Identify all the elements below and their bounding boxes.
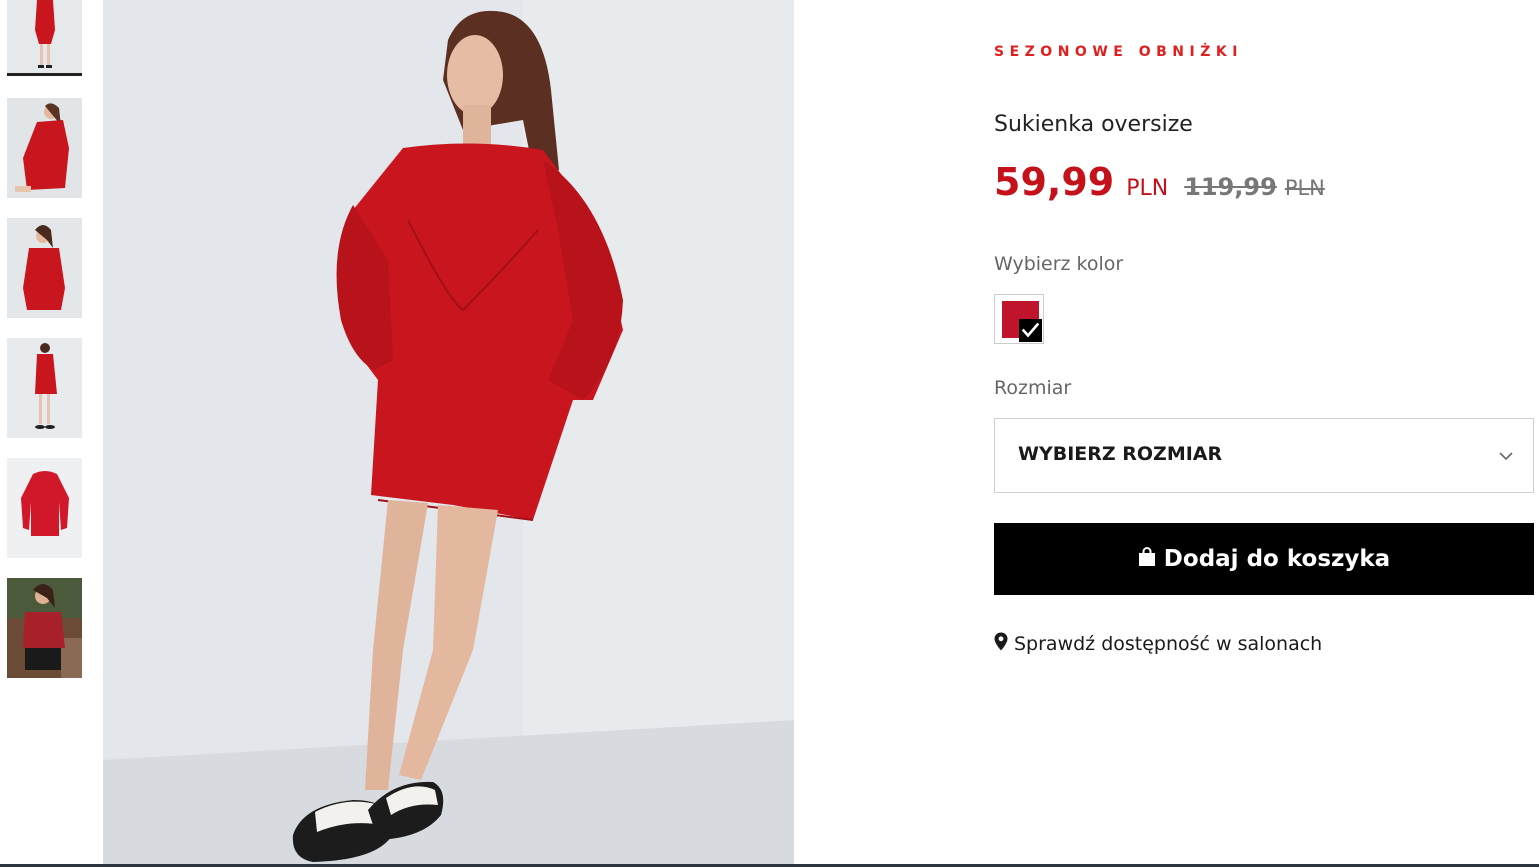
thumbnail-1[interactable]	[7, 0, 82, 76]
thumbnail-image	[7, 218, 82, 318]
checkmark-icon	[1019, 319, 1042, 342]
original-price: 119,99	[1184, 173, 1277, 201]
color-label: Wybierz kolor	[994, 253, 1124, 275]
shopping-bag-icon	[1138, 547, 1156, 571]
size-select[interactable]: WYBIERZ ROZMIAR	[994, 418, 1534, 493]
sale-price: 59,99	[994, 160, 1115, 204]
promo-label: SEZONOWE OBNIŻKI	[994, 44, 1243, 60]
original-price-currency: PLN	[1284, 176, 1325, 200]
thumbnail-2[interactable]	[7, 98, 82, 198]
thumbnail-image	[7, 338, 82, 438]
color-swatch-red[interactable]	[994, 294, 1044, 344]
chevron-down-icon	[1499, 446, 1513, 465]
thumbnail-image	[7, 0, 82, 73]
map-pin-icon	[994, 632, 1008, 655]
add-to-cart-label: Dodaj do koszyka	[1163, 546, 1391, 572]
thumbnail-4[interactable]	[7, 338, 82, 438]
thumbnail-image	[7, 578, 82, 678]
product-title: Sukienka oversize	[994, 112, 1193, 137]
product-image	[103, 0, 794, 864]
size-label: Rozmiar	[994, 377, 1072, 399]
main-product-photo[interactable]	[103, 0, 794, 864]
thumbnail-3[interactable]	[7, 218, 82, 318]
thumbnail-image	[7, 98, 82, 198]
store-link-label: Sprawdź dostępność w salonach	[1014, 632, 1323, 655]
thumbnail-5[interactable]	[7, 458, 82, 558]
add-to-cart-button[interactable]: Dodaj do koszyka	[994, 523, 1534, 595]
check-store-availability-link[interactable]: Sprawdź dostępność w salonach	[994, 632, 1322, 655]
price-row: 59,99 PLN 119,99 PLN	[994, 160, 1325, 204]
thumbnail-6[interactable]	[7, 578, 82, 678]
size-select-placeholder: WYBIERZ ROZMIAR	[1018, 443, 1223, 465]
thumbnail-image	[7, 458, 82, 558]
sale-price-currency: PLN	[1126, 176, 1169, 201]
